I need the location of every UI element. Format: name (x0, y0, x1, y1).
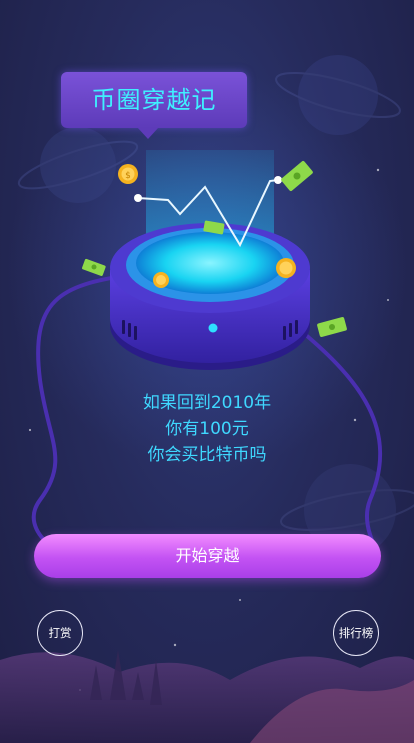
question-line-1: 如果回到2010年 (142, 393, 272, 413)
leaderboard-button[interactable]: 排行榜 (333, 610, 379, 656)
svg-text:$: $ (125, 171, 131, 181)
start-travel-button[interactable]: 开始穿越 (34, 534, 381, 578)
app-title: 币圈穿越记 (91, 86, 217, 114)
intro-question: 如果回到2010年 你有100元 你会买比特币吗 (0, 390, 414, 468)
title-bubble: 币圈穿越记 (61, 72, 247, 139)
coin-icon: $ (118, 164, 138, 184)
reward-button[interactable]: 打赏 (37, 610, 83, 656)
question-line-2: 你有100元 (165, 419, 249, 439)
coin-icon (153, 272, 169, 288)
coin-icon (276, 258, 296, 278)
time-machine-device: $ (110, 150, 310, 370)
question-line-3: 你会买比特币吗 (147, 445, 267, 465)
